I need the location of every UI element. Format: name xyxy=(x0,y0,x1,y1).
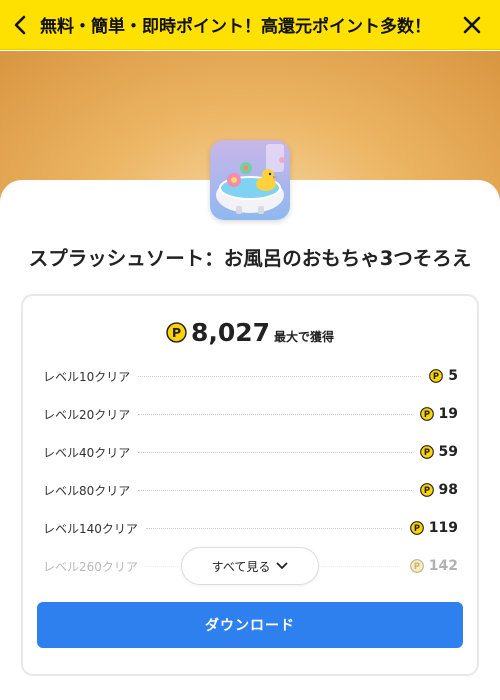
see-all-button[interactable]: すべて見る xyxy=(181,547,319,585)
reward-row-points-value: 59 xyxy=(438,444,458,460)
reward-row-points: P 59 xyxy=(419,444,458,460)
reward-row-points-value: 5 xyxy=(448,368,458,384)
total-points-suffix: 最大で獲得 xyxy=(274,330,335,344)
reward-row: レベル20クリア P 19 xyxy=(43,404,458,424)
dotted-leader xyxy=(138,413,412,415)
back-button[interactable] xyxy=(0,0,40,50)
svg-text:P: P xyxy=(423,447,429,457)
reward-row-points-value: 119 xyxy=(428,520,458,536)
reward-row-points: P 98 xyxy=(419,482,458,498)
point-coin-icon: P xyxy=(166,322,187,343)
dotted-leader xyxy=(145,527,402,529)
reward-row-points-value: 142 xyxy=(428,558,458,574)
dotted-leader xyxy=(138,451,412,453)
dotted-leader xyxy=(138,489,412,491)
reward-row-points-value: 19 xyxy=(438,406,458,422)
point-coin-icon: P xyxy=(409,521,424,535)
svg-text:P: P xyxy=(172,325,181,340)
point-coin-icon: P xyxy=(419,483,434,497)
svg-text:P: P xyxy=(414,523,420,533)
reward-row-points: P 19 xyxy=(419,406,458,422)
download-button[interactable]: ダウンロード xyxy=(37,602,463,648)
chevron-left-icon xyxy=(14,15,26,34)
reward-row-label: レベル140クリア xyxy=(43,521,138,536)
reward-row: レベル80クリア P 98 xyxy=(43,480,458,500)
svg-text:P: P xyxy=(423,485,429,495)
point-coin-icon: P xyxy=(419,407,434,421)
reward-row-points: P 142 xyxy=(409,558,458,574)
reward-row-points: P 119 xyxy=(409,520,458,536)
point-coin-icon: P xyxy=(429,369,444,383)
reward-row-label: レベル260クリア xyxy=(43,559,138,574)
point-coin-icon: P xyxy=(409,559,424,573)
header-title: 無料・簡単・即時ポイント！高還元ポイント多数！ xyxy=(40,17,431,37)
svg-text:P: P xyxy=(423,409,429,419)
reward-row: レベル140クリア P 119 xyxy=(43,518,458,538)
see-all-label: すべて見る xyxy=(211,559,271,574)
chevron-down-icon xyxy=(276,562,288,569)
svg-text:P: P xyxy=(433,371,439,381)
reward-row: レベル10クリア P 5 xyxy=(43,366,458,386)
reward-row-label: レベル40クリア xyxy=(43,445,131,460)
reward-row-points-value: 98 xyxy=(438,482,458,498)
reward-row-label: レベル80クリア xyxy=(43,483,131,498)
top-bar: 無料・簡単・即時ポイント！高還元ポイント多数！ xyxy=(0,0,500,50)
bathtub-rubber-duck-app-icon xyxy=(210,140,290,220)
total-points-value: 8,027 xyxy=(190,318,271,347)
point-coin-icon: P xyxy=(419,445,434,459)
close-button[interactable] xyxy=(444,0,500,50)
reward-row-points: P5 xyxy=(429,368,458,384)
app-title: スプラッシュソート：お風呂のおもちゃ3つそろえ xyxy=(28,247,472,270)
reward-row-label: レベル10クリア xyxy=(43,369,131,384)
reward-row-label: レベル20クリア xyxy=(43,407,131,422)
reward-row: レベル40クリア P 59 xyxy=(43,442,458,462)
svg-text:P: P xyxy=(414,561,420,571)
total-points: P 8,027 最大で獲得 xyxy=(0,318,500,347)
dotted-leader xyxy=(138,375,422,377)
close-icon xyxy=(463,16,481,33)
